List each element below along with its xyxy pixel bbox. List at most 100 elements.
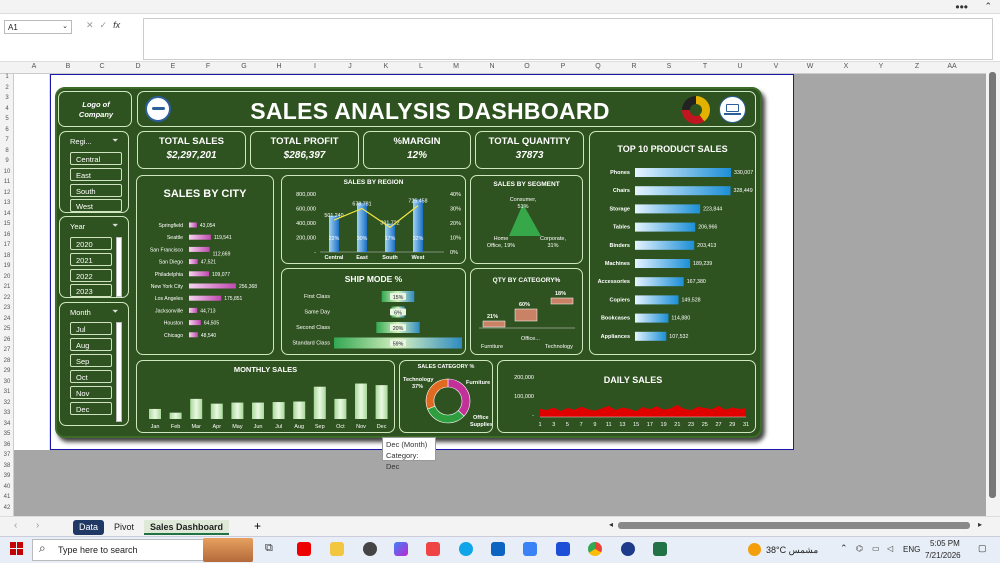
row-header[interactable]: 1 <box>0 74 14 80</box>
slicer-item-2023[interactable]: 2023 <box>70 284 112 297</box>
row-header[interactable]: 23 <box>0 305 14 311</box>
column-header[interactable]: L <box>411 63 431 70</box>
horizontal-scroll-thumb[interactable] <box>618 522 970 529</box>
row-header[interactable]: 13 <box>0 200 14 206</box>
volume-icon[interactable]: ◁ <box>887 544 893 553</box>
slicer-item-oct[interactable]: Oct <box>70 370 112 383</box>
file-explorer-icon[interactable] <box>330 542 344 556</box>
row-header[interactable]: 30 <box>0 379 14 385</box>
slicer-item-jul[interactable]: Jul <box>70 322 112 335</box>
slicer-item-south[interactable]: South <box>70 184 122 197</box>
row-header[interactable]: 7 <box>0 137 14 143</box>
column-header[interactable]: A <box>24 63 44 70</box>
clear-filter-icon[interactable]: ⏷ <box>112 221 122 230</box>
row-header[interactable]: 9 <box>0 158 14 164</box>
app-icon[interactable] <box>621 542 635 556</box>
language-indicator[interactable]: ENG <box>903 545 920 554</box>
column-header[interactable]: X <box>836 63 856 70</box>
column-header[interactable]: C <box>92 63 112 70</box>
row-header[interactable]: 10 <box>0 169 14 175</box>
row-header[interactable]: 33 <box>0 410 14 416</box>
row-header[interactable]: 11 <box>0 179 14 185</box>
row-header[interactable]: 32 <box>0 400 14 406</box>
row-header[interactable]: 8 <box>0 148 14 154</box>
clock-time[interactable]: 5:05 PM <box>930 539 960 548</box>
scroll-left-icon[interactable]: ◂ <box>609 520 613 529</box>
column-header[interactable]: O <box>517 63 537 70</box>
row-header[interactable]: 36 <box>0 442 14 448</box>
column-header[interactable]: S <box>659 63 679 70</box>
apps-icon[interactable] <box>523 542 537 556</box>
column-header[interactable]: I <box>305 63 325 70</box>
row-header[interactable]: 29 <box>0 368 14 374</box>
clear-filter-icon[interactable]: ⏷ <box>112 307 122 316</box>
row-header[interactable]: 3 <box>0 95 14 101</box>
row-header[interactable]: 17 <box>0 242 14 248</box>
slicer-item-2020[interactable]: 2020 <box>70 237 112 250</box>
column-header[interactable]: D <box>128 63 148 70</box>
notifications-icon[interactable]: ▢ <box>978 543 987 554</box>
edge-icon[interactable] <box>459 542 473 556</box>
column-header[interactable]: K <box>376 63 396 70</box>
show-hidden-icons-icon[interactable]: ⌃ <box>840 543 848 554</box>
outlook-icon[interactable] <box>491 542 505 556</box>
chevron-down-icon[interactable]: ⌄ <box>62 22 68 30</box>
column-header[interactable]: J <box>340 63 360 70</box>
row-header[interactable]: 20 <box>0 274 14 280</box>
slicer-item-aug[interactable]: Aug <box>70 338 112 351</box>
chatgpt-icon[interactable] <box>363 542 377 556</box>
vscode-icon[interactable] <box>556 542 570 556</box>
more-options-icon[interactable]: ••• <box>955 0 968 14</box>
search-highlight-image[interactable] <box>203 538 253 562</box>
tab-pivot[interactable]: Pivot <box>108 520 140 535</box>
battery-icon[interactable]: ▭ <box>872 544 880 553</box>
slicer-item-central[interactable]: Central <box>70 152 122 165</box>
column-header[interactable]: H <box>269 63 289 70</box>
function-icon[interactable]: fx <box>113 20 120 30</box>
prev-sheet-icon[interactable]: ‹ <box>14 520 17 531</box>
row-header[interactable]: 12 <box>0 190 14 196</box>
column-header[interactable]: Z <box>907 63 927 70</box>
formula-input[interactable] <box>143 18 993 60</box>
clear-filter-icon[interactable]: ⏷ <box>112 136 122 145</box>
slicer-item-dec[interactable]: Dec <box>70 402 112 415</box>
row-header[interactable]: 42 <box>0 505 14 511</box>
row-header[interactable]: 25 <box>0 326 14 332</box>
row-header[interactable]: 26 <box>0 337 14 343</box>
row-header[interactable]: 28 <box>0 358 14 364</box>
month-slicer-scrollbar[interactable] <box>116 322 122 422</box>
row-header[interactable]: 35 <box>0 431 14 437</box>
row-header[interactable]: 4 <box>0 106 14 112</box>
slicer-item-east[interactable]: East <box>70 168 122 181</box>
slicer-item-2021[interactable]: 2021 <box>70 253 112 266</box>
row-header[interactable]: 37 <box>0 452 14 458</box>
column-header[interactable]: B <box>58 63 78 70</box>
column-header[interactable]: M <box>446 63 466 70</box>
network-icon[interactable]: ⌬ <box>856 544 863 553</box>
row-header[interactable]: 19 <box>0 263 14 269</box>
year-slicer-scrollbar[interactable] <box>116 237 122 297</box>
column-header[interactable]: P <box>553 63 573 70</box>
row-header[interactable]: 14 <box>0 211 14 217</box>
row-header[interactable]: 27 <box>0 347 14 353</box>
column-header[interactable]: R <box>624 63 644 70</box>
name-box[interactable]: A1 ⌄ <box>4 20 72 34</box>
add-sheet-button[interactable]: + <box>254 519 261 533</box>
next-sheet-icon[interactable]: › <box>36 520 39 531</box>
windows-start-icon[interactable] <box>10 542 23 555</box>
slicer-item-nov[interactable]: Nov <box>70 386 112 399</box>
row-header[interactable]: 39 <box>0 473 14 479</box>
row-header[interactable]: 38 <box>0 463 14 469</box>
enter-icon[interactable]: ✓ <box>100 20 108 30</box>
column-header[interactable]: T <box>695 63 715 70</box>
column-header[interactable]: G <box>234 63 254 70</box>
excel-icon[interactable] <box>653 542 667 556</box>
row-header[interactable]: 24 <box>0 316 14 322</box>
column-header[interactable]: N <box>482 63 502 70</box>
column-a-area[interactable] <box>14 74 50 450</box>
tab-data[interactable]: Data <box>73 520 105 535</box>
copilot-icon[interactable] <box>394 542 408 556</box>
row-header[interactable]: 6 <box>0 127 14 133</box>
clock-date[interactable]: 7/21/2026 <box>925 551 961 560</box>
chrome-icon[interactable] <box>588 542 602 556</box>
